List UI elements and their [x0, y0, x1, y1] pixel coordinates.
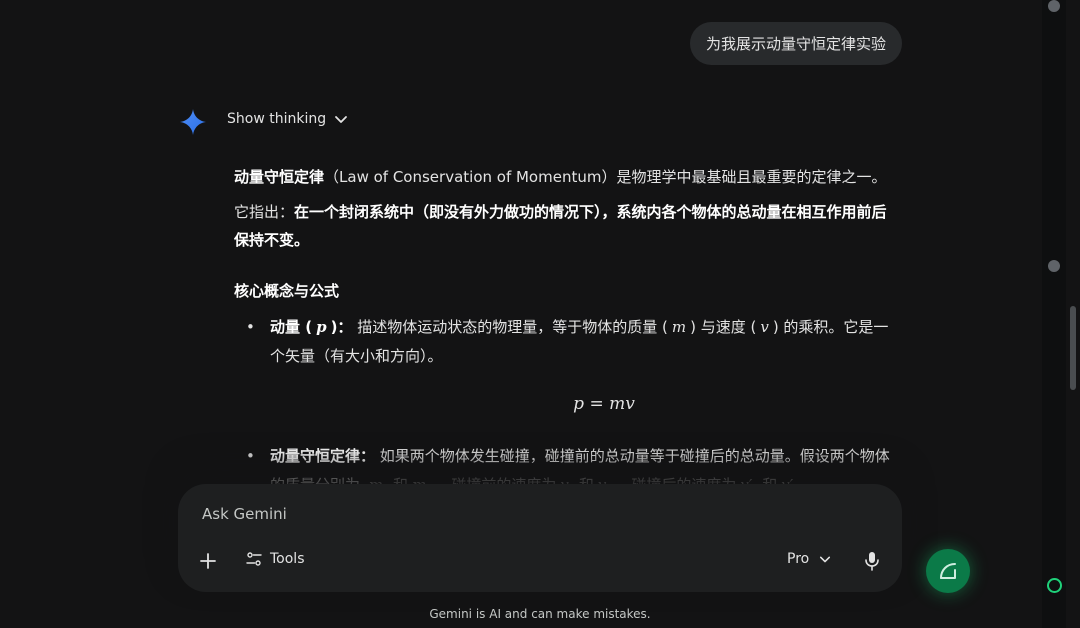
- section-title: 核心概念与公式: [234, 281, 340, 300]
- gemini-chat-window: 为我展示动量守恒定律实验 Show thinking 动量守恒定律（Law of…: [0, 0, 1080, 628]
- statement-paragraph: 它指出：在一个封闭系统中（即没有外力做功的情况下），系统内各个物体的总动量在相互…: [234, 198, 894, 255]
- show-thinking-toggle[interactable]: Show thinking: [227, 111, 348, 127]
- show-thinking-label: Show thinking: [227, 111, 327, 127]
- intro-term: 动量守恒定律: [234, 168, 325, 186]
- mic-icon[interactable]: [863, 551, 881, 571]
- intro-rest: （Law of Conservation of Momentum）是物理学中最基…: [324, 168, 887, 186]
- disclaimer-text: Gemini is AI and can make mistakes.: [429, 607, 651, 621]
- statement-bold: 在一个封闭系统中（即没有外力做功的情况下），系统内各个物体的总动量在相互作用前后…: [234, 202, 887, 250]
- gemini-star-icon: [180, 109, 206, 135]
- side-panel-strip: [1042, 0, 1066, 628]
- momentum-text-b: ) 与速度 (: [690, 318, 757, 336]
- chevron-down-icon: [335, 116, 348, 123]
- compose-button[interactable]: [926, 549, 970, 593]
- intro-paragraph: 动量守恒定律（Law of Conservation of Momentum）是…: [234, 163, 894, 192]
- model-label: Pro: [787, 551, 810, 567]
- conservation-term: 动量守恒定律：: [270, 447, 376, 466]
- prompt-input[interactable]: [200, 502, 864, 526]
- mass-symbol: m: [671, 318, 687, 336]
- prompt-input-box: Tools Pro: [178, 484, 902, 592]
- tools-label: Tools: [270, 551, 305, 567]
- momentum-term: 动量 (: [270, 318, 313, 336]
- momentum-text-a: 描述物体运动状态的物理量，等于物体的质量 (: [357, 318, 668, 336]
- nav-dot[interactable]: [1048, 260, 1060, 272]
- scrollbar-thumb[interactable]: [1070, 306, 1076, 390]
- user-message-bubble: 为我展示动量守恒定律实验: [689, 22, 902, 65]
- velocity-symbol: v: [760, 318, 769, 336]
- momentum-symbol: p: [316, 318, 327, 336]
- tools-icon: [246, 552, 262, 566]
- response-content: 动量守恒定律（Law of Conservation of Momentum）是…: [234, 163, 894, 509]
- chevron-down-icon: [820, 556, 831, 563]
- nav-dot-active[interactable]: [1047, 578, 1062, 593]
- compose-icon: [940, 563, 956, 579]
- statement-prefix: 它指出：: [234, 202, 295, 221]
- concept-list: 动量 (p)： 描述物体运动状态的物理量，等于物体的质量 (m) 与速度 (v)…: [234, 313, 894, 370]
- momentum-formula: p = mv: [573, 394, 635, 414]
- list-item-momentum: 动量 (p)： 描述物体运动状态的物理量，等于物体的质量 (m) 与速度 (v)…: [234, 313, 894, 370]
- model-selector[interactable]: Pro: [787, 551, 831, 567]
- plus-icon[interactable]: [198, 551, 218, 571]
- tools-button[interactable]: Tools: [246, 551, 305, 567]
- momentum-term-end: )：: [330, 318, 353, 336]
- nav-dot[interactable]: [1048, 0, 1060, 12]
